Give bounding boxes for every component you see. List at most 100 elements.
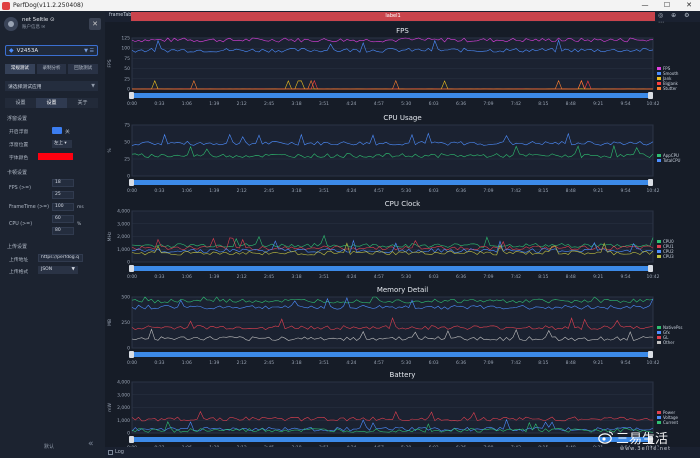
- frametime-threshold-input[interactable]: 100: [52, 203, 74, 211]
- x-tick-label: 3:51: [319, 188, 329, 194]
- chart-panel-2: CPU Clock 4,000 3,000 2,000 1,000 0 MHz 0:00 0:3…: [105, 200, 700, 284]
- tab-settings-2[interactable]: 设置: [36, 98, 67, 108]
- x-tick-label: 3:51: [319, 101, 329, 107]
- maximize-button[interactable]: ☐: [656, 0, 678, 11]
- tab-settings-1[interactable]: 设置: [5, 98, 36, 108]
- chart-plot[interactable]: 1251007550250FPS0:00 0:33 1:06 1:39 2:12 2:45…: [105, 27, 700, 111]
- upload-address-input[interactable]: https://perfdog.q: [38, 254, 83, 262]
- x-tick-label: 3:18: [291, 360, 301, 366]
- y-tick-label: 50: [124, 66, 130, 72]
- legend-swatch: [657, 72, 661, 75]
- slider-handle-end[interactable]: [648, 351, 653, 358]
- x-tick-label: 5:30: [401, 360, 411, 366]
- x-tick-label: 2:12: [237, 101, 247, 107]
- cpu-threshold-input-1[interactable]: 60: [52, 215, 74, 223]
- x-tick-label: 2:12: [237, 188, 247, 194]
- x-tick-label: 5:30: [401, 274, 411, 280]
- legend-label: Stutter: [663, 86, 677, 91]
- x-tick-label: 2:12: [237, 360, 247, 366]
- y-tick-label: 75: [124, 56, 130, 62]
- slider-handle-end[interactable]: [648, 92, 653, 99]
- y-tick-label: 4,000: [117, 380, 130, 386]
- x-tick-label: 2:45: [264, 101, 274, 107]
- legend-swatch: [657, 416, 661, 419]
- tab-record-analysis[interactable]: 录制分析: [36, 64, 67, 74]
- plot-area: [131, 37, 654, 90]
- time-range-slider[interactable]: [129, 265, 653, 272]
- tab-normal-test[interactable]: 常规测试: [5, 64, 35, 74]
- upload-section-title: 上传设置: [7, 244, 28, 250]
- x-tick-label: 9:21: [593, 101, 603, 107]
- x-tick-label: 3:51: [319, 360, 329, 366]
- account-info-link[interactable]: 账户信息 ✉: [22, 24, 55, 31]
- slider-handle-start[interactable]: [129, 92, 134, 99]
- slider-handle-start[interactable]: [129, 265, 134, 272]
- log-checkbox[interactable]: [108, 450, 113, 455]
- x-tick-label: 8:15: [538, 101, 548, 107]
- x-tick-label: 7:09: [483, 360, 493, 366]
- time-range-slider[interactable]: [129, 436, 653, 443]
- x-tick-label: 9:54: [621, 360, 631, 366]
- watermark-brand: 三易生活: [616, 432, 669, 447]
- x-tick-label: 0:00: [127, 188, 137, 194]
- x-tick-label: 1:06: [182, 188, 192, 194]
- x-tick-label: 1:39: [209, 274, 219, 280]
- cpu-threshold-label: CPU (>=): [9, 222, 33, 227]
- float-toggle[interactable]: [52, 127, 62, 134]
- time-range-slider[interactable]: [129, 351, 653, 358]
- y-tick-label: 50: [124, 140, 130, 146]
- app-select[interactable]: 请选择测试应用 ▼: [5, 81, 98, 91]
- cpu-unit: %: [77, 222, 82, 227]
- fps-threshold-input-2[interactable]: 25: [52, 191, 74, 199]
- tab-about[interactable]: 关于: [67, 98, 98, 108]
- y-tick-label: 3,000: [117, 221, 130, 227]
- watermark-url: www.3elife.net: [620, 446, 672, 452]
- tab-frametab[interactable]: frameTab: [109, 13, 131, 18]
- user-name[interactable]: net 5eltle ⊙: [22, 17, 55, 24]
- upload-format-select[interactable]: JSON ▼: [38, 266, 78, 274]
- device-dropdown-icon[interactable]: ▼ ☰: [84, 48, 94, 54]
- legend-label: CPU3: [663, 254, 674, 259]
- x-tick-label: 3:51: [319, 274, 329, 280]
- slider-handle-start[interactable]: [129, 436, 134, 443]
- window-title: PerfDog(v11.2.250408): [13, 2, 84, 9]
- fps-threshold-input-1[interactable]: 18: [52, 179, 74, 187]
- legend-swatch: [657, 411, 661, 414]
- slider-handle-end[interactable]: [648, 179, 653, 186]
- slider-handle-end[interactable]: [648, 265, 653, 272]
- minimize-button[interactable]: —: [634, 0, 656, 11]
- chart-plot[interactable]: 4,0003,0002,0001,0000MHz0:00 0:33 1:06 1:39…: [105, 200, 700, 284]
- toolbar-icons[interactable]: ◎ ⊕ ⚙ ⋯: [658, 12, 700, 26]
- avatar[interactable]: [4, 17, 18, 31]
- x-tick-label: 4:24: [346, 360, 356, 366]
- close-window-button[interactable]: ✕: [678, 0, 700, 11]
- slider-handle-start[interactable]: [129, 351, 134, 358]
- x-tick-label: 8:48: [566, 188, 576, 194]
- x-tick-label: 6:03: [429, 360, 439, 366]
- device-select[interactable]: ◆ V2453A ▼ ☰: [5, 45, 98, 56]
- font-color-swatch[interactable]: [38, 153, 73, 160]
- slider-handle-start[interactable]: [129, 179, 134, 186]
- float-position-select[interactable]: 左上 ▾: [52, 140, 72, 148]
- tab-replay-test[interactable]: 回放测试: [68, 64, 99, 74]
- x-tick-label: 10:42: [647, 360, 660, 366]
- close-icon[interactable]: ✕: [89, 18, 101, 30]
- font-color-label: 字体颜色: [9, 156, 29, 161]
- time-range-slider[interactable]: [129, 92, 653, 99]
- cpu-threshold-input-2[interactable]: 80: [52, 227, 74, 235]
- weibo-logo-icon: [598, 431, 613, 444]
- reset-default-button[interactable]: 默认: [44, 443, 54, 450]
- label-bar[interactable]: label1: [131, 12, 655, 21]
- x-tick-label: 0:00: [127, 101, 137, 107]
- log-label: Log: [115, 449, 124, 455]
- collapse-sidebar-icon[interactable]: «: [88, 439, 94, 449]
- x-tick-label: 3:18: [291, 188, 301, 194]
- x-tick-label: 1:39: [209, 360, 219, 366]
- plot-area: [131, 124, 654, 177]
- x-tick-label: 6:03: [429, 274, 439, 280]
- time-range-slider[interactable]: [129, 179, 653, 186]
- chart-plot[interactable]: 5002500MB0:00 0:33 1:06 1:39 2:12 2:45 3:18 3:5…: [105, 286, 700, 370]
- chart-plot[interactable]: 7550250%0:00 0:33 1:06 1:39 2:12 2:45 3:18 3:51…: [105, 114, 700, 198]
- chart-panel-3: Memory Detail 500 250 0 MB 0:00 0:33 1:06 1:39 2:…: [105, 286, 700, 370]
- mode-tabs: 常规测试 录制分析 回放测试: [5, 64, 99, 74]
